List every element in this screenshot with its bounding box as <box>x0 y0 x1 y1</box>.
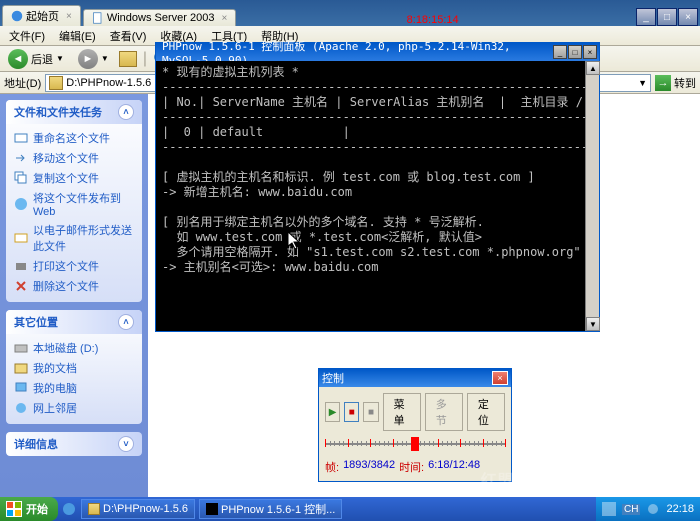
play-button[interactable]: ▶ <box>325 402 340 422</box>
place-network[interactable]: 网上邻居 <box>10 398 138 418</box>
menu-edit[interactable]: 编辑(E) <box>54 27 101 45</box>
place-documents[interactable]: 我的文档 <box>10 358 138 378</box>
scroll-down-icon[interactable]: ▼ <box>586 317 600 331</box>
panel-header[interactable]: 详细信息 ˅ <box>6 432 142 456</box>
console-window: PHPnow 1.5.6-1 控制面板 (Apache 2.0, php-5.2… <box>155 42 600 332</box>
print-icon <box>14 259 28 273</box>
folder-icon <box>88 503 100 515</box>
console-output[interactable]: * 现有的虚拟主机列表 * --------------------------… <box>156 61 599 331</box>
task-delete[interactable]: 删除这个文件 <box>10 276 138 296</box>
maximize-button[interactable]: □ <box>657 8 677 26</box>
maximize-button[interactable]: □ <box>568 45 582 59</box>
tab-start[interactable]: 起始页 × <box>2 5 81 26</box>
tab-label: 起始页 <box>26 8 59 24</box>
disk-icon <box>14 341 28 355</box>
task-copy[interactable]: 复制这个文件 <box>10 168 138 188</box>
panel-header[interactable]: 其它位置 ˄ <box>6 310 142 334</box>
sidebar-file-tasks: 文件和文件夹任务 ˄ 重命名这个文件 移动这个文件 复制这个文件 将这个文件发布… <box>6 100 142 302</box>
place-computer[interactable]: 我的电脑 <box>10 378 138 398</box>
forward-icon: ► <box>78 49 98 69</box>
close-button[interactable]: × <box>492 371 508 385</box>
close-icon[interactable]: × <box>221 13 227 24</box>
network-icon <box>14 401 28 415</box>
chevron-up-icon: ˄ <box>118 104 134 120</box>
frame-value: 1893/3842 <box>343 459 395 475</box>
task-publish[interactable]: 将这个文件发布到 Web <box>10 188 138 220</box>
quicklaunch-icon[interactable] <box>61 501 77 517</box>
folder-icon <box>14 361 28 375</box>
taskbar-item-explorer[interactable]: D:\PHPnow-1.5.6 <box>81 499 195 519</box>
control-title: 控制 <box>322 370 344 386</box>
ime-indicator[interactable]: CH <box>622 504 640 515</box>
place-disk-d[interactable]: 本地磁盘 (D:) <box>10 338 138 358</box>
menu-view[interactable]: 查看(V) <box>105 27 152 45</box>
globe-icon <box>14 197 28 211</box>
move-icon <box>14 151 28 165</box>
chevron-up-icon: ˄ <box>118 314 134 330</box>
rename-icon <box>14 131 28 145</box>
clock[interactable]: 22:18 <box>666 503 694 515</box>
back-icon: ◄ <box>8 49 28 69</box>
task-move[interactable]: 移动这个文件 <box>10 148 138 168</box>
address-label: 地址(D) <box>4 75 41 91</box>
console-icon <box>206 503 218 515</box>
console-titlebar[interactable]: PHPnow 1.5.6-1 控制面板 (Apache 2.0, php-5.2… <box>156 43 599 61</box>
panel-header[interactable]: 文件和文件夹任务 ˄ <box>6 100 142 124</box>
delete-icon <box>14 279 28 293</box>
mail-icon <box>14 231 28 245</box>
page-icon <box>92 12 104 24</box>
back-button[interactable]: ◄ 后退 ▼ <box>4 48 68 70</box>
computer-icon <box>14 381 28 395</box>
address-value: D:\PHPnow-1.5.6 <box>66 77 151 89</box>
windows-logo-icon <box>6 501 22 517</box>
watermark: 红盟云商 (www.c-com.cn) <box>480 467 690 491</box>
close-icon[interactable]: × <box>66 11 72 22</box>
frame-label: 帧: <box>325 459 339 475</box>
browser-tabs: 起始页 × Windows Server 2003 × 8:18:15:14 _… <box>0 0 700 26</box>
task-email[interactable]: 以电子邮件形式发送此文件 <box>10 220 138 256</box>
close-button[interactable]: × <box>678 8 698 26</box>
tab-label: Windows Server 2003 <box>107 12 215 24</box>
console-scrollbar[interactable]: ▲ ▼ <box>585 61 599 331</box>
sidebar-other-places: 其它位置 ˄ 本地磁盘 (D:) 我的文档 我的电脑 网上邻居 <box>6 310 142 424</box>
folder-icon <box>49 76 63 90</box>
taskbar-item-console[interactable]: PHPnow 1.5.6-1 控制... <box>199 499 342 519</box>
control-status: 帧: 1893/3842 时间: 6:18/12:48 <box>325 457 505 475</box>
chevron-down-icon: ˅ <box>118 436 134 452</box>
scroll-up-icon[interactable]: ▲ <box>586 61 600 75</box>
start-button[interactable]: 开始 <box>0 497 58 521</box>
pause-button[interactable]: ■ <box>344 402 359 422</box>
menu-file[interactable]: 文件(F) <box>4 27 50 45</box>
minimize-button[interactable]: _ <box>553 45 567 59</box>
control-dialog: 控制 × ▶ ■ ■ 菜单 多节 定位 帧: 1893/3842 时间: 6:1… <box>318 368 512 482</box>
control-titlebar[interactable]: 控制 × <box>319 369 511 387</box>
timeline-slider[interactable] <box>325 435 505 453</box>
locate-button[interactable]: 定位 <box>467 393 505 431</box>
system-tray: CH 22:18 <box>596 497 700 521</box>
multi-button[interactable]: 多节 <box>425 393 463 431</box>
slider-thumb[interactable] <box>411 437 419 451</box>
minimize-button[interactable]: _ <box>636 8 656 26</box>
go-button[interactable]: → 转到 <box>655 75 696 91</box>
menu-button[interactable]: 菜单 <box>383 393 421 431</box>
globe-icon <box>11 10 23 22</box>
top-timecode: 8:18:15:14 <box>407 14 465 26</box>
tray-icon[interactable] <box>646 502 660 516</box>
copy-icon <box>14 171 28 185</box>
tab-winserver[interactable]: Windows Server 2003 × <box>83 9 236 26</box>
sidebar-details: 详细信息 ˅ <box>6 432 142 456</box>
taskbar: 开始 D:\PHPnow-1.5.6 PHPnow 1.5.6-1 控制... … <box>0 497 700 521</box>
tray-icon[interactable] <box>602 502 616 516</box>
sidebar: 文件和文件夹任务 ˄ 重命名这个文件 移动这个文件 复制这个文件 将这个文件发布… <box>0 94 148 497</box>
time-value: 6:18/12:48 <box>428 459 480 475</box>
time-label: 时间: <box>399 459 424 475</box>
task-rename[interactable]: 重命名这个文件 <box>10 128 138 148</box>
up-button[interactable] <box>119 51 137 67</box>
close-button[interactable]: × <box>583 45 597 59</box>
task-print[interactable]: 打印这个文件 <box>10 256 138 276</box>
stop-button[interactable]: ■ <box>363 402 378 422</box>
forward-button[interactable]: ► ▼ <box>74 48 113 70</box>
go-icon: → <box>655 75 671 91</box>
